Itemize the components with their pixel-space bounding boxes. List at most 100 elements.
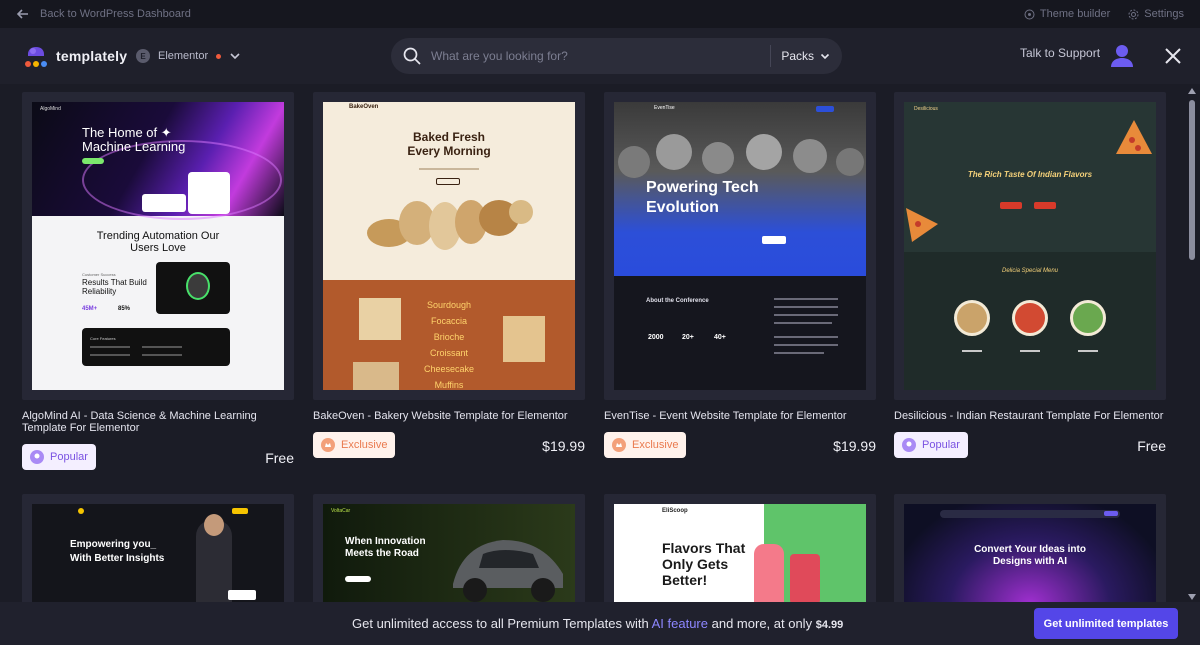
scroll-thumb[interactable] xyxy=(1189,100,1195,260)
ai-feature-link[interactable]: AI feature xyxy=(652,616,708,631)
gear-icon xyxy=(1128,9,1139,19)
settings-label: Settings xyxy=(1144,8,1184,20)
preview-menu-4: Croissant xyxy=(429,348,468,358)
status-dot xyxy=(216,53,222,59)
header: templately E Elementor Packs Talk to Sup… xyxy=(0,28,1200,84)
preview-title: Empowering you_ With Better Insights xyxy=(70,539,165,564)
badge-label: Popular xyxy=(922,439,960,451)
preview-eliscoop: EliScoop Flavors That Only Gets Better! xyxy=(614,504,866,602)
arrow-left-icon xyxy=(16,9,28,19)
search-input[interactable] xyxy=(431,49,761,63)
banner-text-end: and more, at only xyxy=(711,616,813,631)
preview-insights: Empowering you_ With Better Insights xyxy=(32,504,284,602)
template-thumbnail[interactable]: AlgoMind The Home of ✦ Machine Learning … xyxy=(22,92,294,400)
preview-brand: EliScoop xyxy=(662,508,688,514)
preview-brand: BakeOven xyxy=(349,104,379,110)
preview-stat-2: 20+ xyxy=(682,334,694,341)
templately-logo-icon xyxy=(25,47,47,67)
template-title[interactable]: AlgoMind AI - Data Science & Machine Lea… xyxy=(22,410,294,434)
preview-section-title: Trending Automation Our Users Love xyxy=(96,230,220,254)
get-unlimited-templates-button[interactable]: Get unlimited templates xyxy=(1034,608,1178,639)
preview-title: Convert Your Ideas into Designs with AI xyxy=(974,544,1086,567)
preview-hero-title: Powering Tech Evolution xyxy=(646,179,759,216)
preview-stat-2: 85% xyxy=(118,306,131,312)
template-thumbnail[interactable]: Convert Your Ideas into Designs with AI xyxy=(894,494,1166,602)
template-thumbnail[interactable]: BakeOven Baked Fresh Every Morning Sourd… xyxy=(313,92,585,400)
preview-card-title: Results That Build Reliability xyxy=(82,278,147,296)
exclusive-badge: Exclusive xyxy=(604,432,687,458)
badge-label: Popular xyxy=(50,451,88,463)
talk-to-support-link[interactable]: Talk to Support xyxy=(1020,46,1100,60)
preview-bakeoven: BakeOven Baked Fresh Every Morning Sourd… xyxy=(323,102,575,390)
template-title[interactable]: EvenTise - Event Website Template for El… xyxy=(604,410,876,422)
exclusive-badge: Exclusive xyxy=(313,432,396,458)
preview-stat-1: 45M+ xyxy=(82,306,98,312)
chevron-down-icon xyxy=(820,53,830,60)
banner-message: Get unlimited access to all Premium Temp… xyxy=(352,616,843,631)
search-type-label: Packs xyxy=(781,49,814,63)
search-bar: Packs xyxy=(391,38,842,74)
template-title[interactable]: BakeOven - Bakery Website Template for E… xyxy=(313,410,585,422)
bread-illustration xyxy=(367,200,533,250)
search-icon xyxy=(403,47,421,65)
badge-label: Exclusive xyxy=(632,439,679,451)
preview-hero-title: The Rich Taste Of Indian Flavors xyxy=(967,170,1093,179)
back-to-dashboard-link[interactable]: Back to WordPress Dashboard xyxy=(16,7,191,21)
theme-builder-icon xyxy=(1024,9,1035,19)
pizza-illustration xyxy=(1116,120,1152,154)
preview-hero-title: The Home of ✦ Machine Learning xyxy=(82,125,186,154)
search-type-select[interactable]: Packs xyxy=(781,49,830,63)
theme-builder-link[interactable]: Theme builder xyxy=(1024,8,1110,20)
preview-brand: EvenTise xyxy=(654,105,675,111)
template-price: Free xyxy=(265,450,294,466)
exclusive-icon xyxy=(321,438,335,452)
preview-eventise: EvenTise Powering Tech Evolution About t… xyxy=(614,102,866,390)
template-price: Free xyxy=(1137,438,1166,454)
preview-stat-1: 2000 xyxy=(648,334,664,341)
templately-logo[interactable]: templately xyxy=(24,43,136,69)
banner-text-start: Get unlimited access to all Premium Temp… xyxy=(352,616,649,631)
builder-selector[interactable]: E Elementor xyxy=(136,49,241,63)
preview-brand: Desilicious xyxy=(914,106,938,112)
template-thumbnail[interactable]: EliScoop Flavors That Only Gets Better! xyxy=(604,494,876,602)
template-thumbnail[interactable]: Desilicious The Rich Taste Of Indian Fla… xyxy=(894,92,1166,400)
back-label: Back to WordPress Dashboard xyxy=(40,8,191,20)
preview-voltacar: VoltaCar When Innovation Meets the Road xyxy=(323,504,575,602)
popular-badge: Popular xyxy=(894,432,968,458)
template-thumbnail[interactable]: Empowering you_ With Better Insights xyxy=(22,494,294,602)
admin-bar: Back to WordPress Dashboard Theme builde… xyxy=(0,0,1200,28)
banner-price: $4.99 xyxy=(815,619,844,631)
template-price: $19.99 xyxy=(833,438,876,454)
preview-brand: VoltaCar xyxy=(331,508,351,514)
preview-title: Flavors That Only Gets Better! xyxy=(662,540,746,588)
template-title[interactable]: Desilicious - Indian Restaurant Template… xyxy=(894,410,1166,422)
preview-ai-designs: Convert Your Ideas into Designs with AI xyxy=(904,504,1156,602)
template-grid: AlgoMind The Home of ✦ Machine Learning … xyxy=(22,92,1170,602)
preview-hero-title: Baked Fresh Every Morning xyxy=(407,130,491,158)
scrollbar[interactable] xyxy=(1186,86,1198,602)
preview-menu-2: Focaccia xyxy=(430,316,467,326)
template-thumbnail[interactable]: EvenTise Powering Tech Evolution About t… xyxy=(604,92,876,400)
builder-label: Elementor xyxy=(158,50,209,62)
search-divider xyxy=(770,45,772,67)
user-avatar-icon[interactable] xyxy=(1109,42,1135,68)
scroll-up-arrow[interactable] xyxy=(1188,88,1196,94)
preview-menu-3: Brioche xyxy=(433,332,465,342)
template-thumbnail[interactable]: VoltaCar When Innovation Meets the Road xyxy=(313,494,585,602)
preview-stat-3: 40+ xyxy=(714,334,726,341)
preview-title: When Innovation Meets the Road xyxy=(345,536,426,559)
chevron-down-icon xyxy=(230,53,240,60)
elementor-icon: E xyxy=(136,49,150,63)
car-illustration xyxy=(453,540,563,602)
preview-desilicious: Desilicious The Rich Taste Of Indian Fla… xyxy=(904,102,1156,390)
scroll-down-arrow[interactable] xyxy=(1188,594,1196,600)
theme-builder-label: Theme builder xyxy=(1039,8,1111,20)
close-icon[interactable] xyxy=(1163,46,1183,66)
exclusive-icon xyxy=(612,438,626,452)
preview-features: Core Features xyxy=(90,336,116,341)
preview-menu-title: Delicia Special Menu xyxy=(1001,268,1059,274)
settings-link[interactable]: Settings xyxy=(1128,8,1184,20)
popular-badge: Popular xyxy=(22,444,96,470)
popular-icon xyxy=(902,438,916,452)
preview-menu-6: Muffins xyxy=(434,380,464,390)
